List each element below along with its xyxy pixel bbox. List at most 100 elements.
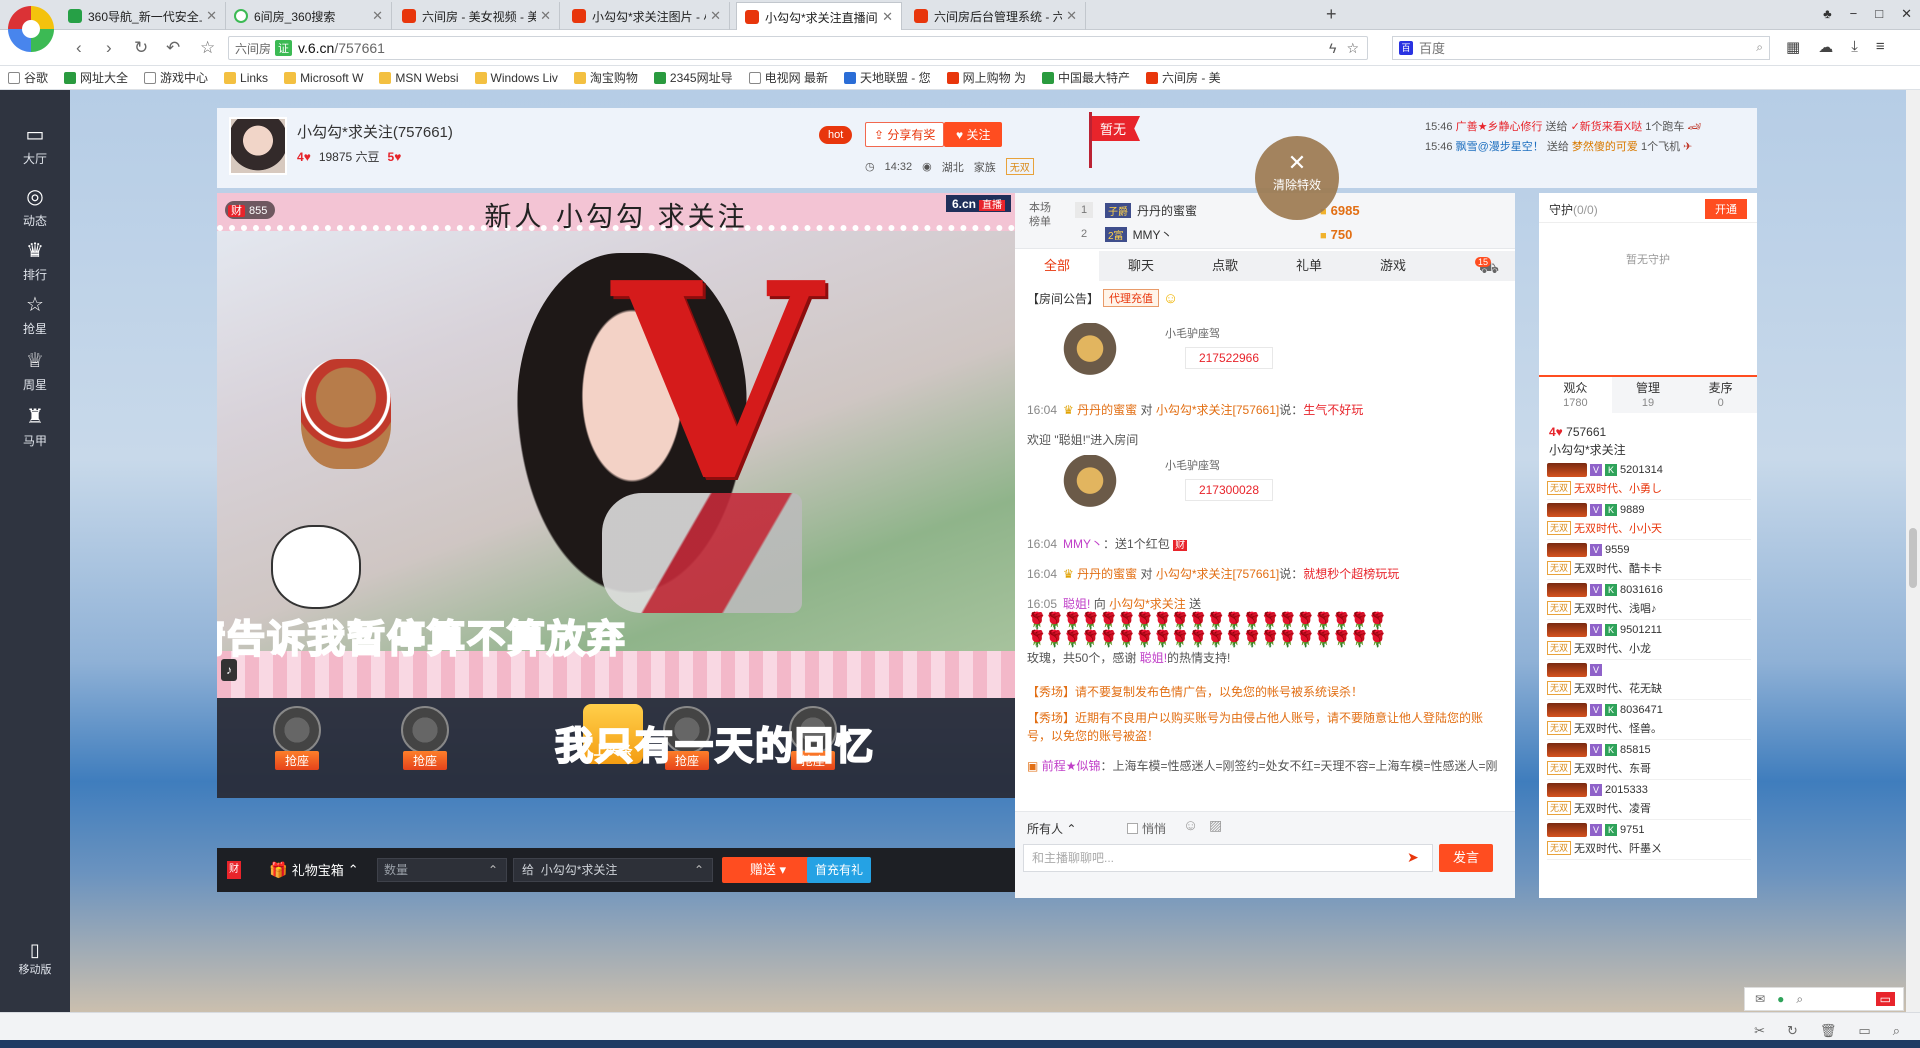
rail-item-0[interactable]: ▭ 大厅 <box>0 124 70 167</box>
download-icon[interactable]: ⤓ <box>1851 38 1858 56</box>
vehicle-user-id[interactable]: 217522966 <box>1185 347 1273 369</box>
browser-tab[interactable]: 小勾勾*求关注图片 - 小勾勾 ✕ <box>564 2 730 30</box>
msg-target[interactable]: 小勾勾*求关注[757661] <box>1156 403 1279 417</box>
tools-icon[interactable]: ✂ <box>1754 1023 1765 1039</box>
scrollbar-thumb[interactable] <box>1909 528 1917 588</box>
audience-row[interactable]: V K 8036471 无双 无双时代、怪兽。 <box>1547 700 1751 740</box>
mobile-version-button[interactable]: ▯ 移动版 <box>0 940 70 977</box>
chat-message-list[interactable]: 小毛驴座驾 217522966 16:04 ♛ 丹丹的蜜蜜 对 小勾勾*求关注[7… <box>1015 311 1505 781</box>
apps-icon[interactable]: ▦ <box>1786 38 1800 56</box>
msg-target[interactable]: 小勾勾*求关注 <box>1109 597 1186 611</box>
audience-row[interactable]: V 无双 无双时代、花无缺 <box>1547 660 1751 700</box>
bookmark-item[interactable]: 谷歌 <box>8 69 48 86</box>
chat-tab-3[interactable]: 礼单 <box>1267 251 1351 281</box>
share-button[interactable]: ⇪ 分享有奖 <box>865 122 945 147</box>
bookmark-item[interactable]: 天地联盟 - 您 <box>843 69 931 86</box>
tab-close-icon[interactable]: ✕ <box>372 8 383 24</box>
audience-tab-2[interactable]: 麦序 0 <box>1684 377 1757 413</box>
search-input[interactable] <box>1419 40 1719 56</box>
audience-row[interactable]: V K 9751 无双 无双时代、阡墨ㄨ <box>1547 820 1751 860</box>
bookmark-item[interactable]: Microsoft W <box>284 71 363 85</box>
msg-user[interactable]: 丹丹的蜜蜜 <box>1077 567 1137 581</box>
chat-tab-1[interactable]: 聊天 <box>1099 251 1183 281</box>
send-gift-button[interactable]: 赠送 ▾ <box>722 857 814 883</box>
recipient-select[interactable]: 给 小勾勾*求关注 ⌃ <box>513 858 713 882</box>
undo-icon[interactable]: ↶ <box>166 38 180 58</box>
tab-close-icon[interactable]: ✕ <box>882 9 893 25</box>
audience-tab-1[interactable]: 管理 19 <box>1612 377 1685 413</box>
msg-user[interactable]: 丹丹的蜜蜜 <box>1077 403 1137 417</box>
favorite-star-icon[interactable]: ☆ <box>1346 40 1359 57</box>
image-icon[interactable]: ▨ <box>1209 817 1222 834</box>
audience-row[interactable]: V 2015333 无双 无双时代、凌胥 <box>1547 780 1751 820</box>
bookmark-item[interactable]: Windows Liv <box>474 71 558 85</box>
open-guard-button[interactable]: 开通 <box>1705 199 1747 219</box>
minimize-button[interactable]: − <box>1850 6 1858 22</box>
rail-item-1[interactable]: ◎ 动态 <box>0 186 70 229</box>
fortune-badge[interactable]: 财 855 <box>225 201 276 219</box>
browser-tab[interactable]: 小勾勾*求关注直播间 - 六间房 ✕ <box>736 2 902 31</box>
quantity-input[interactable]: 数量 ⌃ <box>377 858 507 882</box>
browser-tab[interactable]: 360导航_新一代安全上网导航 ✕ <box>60 2 226 30</box>
anchor-name[interactable]: 小勾勾*求关注(757661) <box>297 121 453 142</box>
bookmark-item[interactable]: Links <box>224 71 268 85</box>
checkbox-box[interactable] <box>1127 823 1138 834</box>
url-field[interactable]: 六间房 证 v.6.cn/757661 ϟ ☆ <box>228 36 1368 60</box>
back-icon[interactable]: ‹ <box>76 38 82 58</box>
new-tab-button[interactable]: + <box>1326 4 1337 25</box>
cloud-icon[interactable]: ☁ <box>1818 38 1833 56</box>
flag-badge[interactable]: 暂无 <box>1092 116 1141 141</box>
hot-badge[interactable]: hot <box>819 126 853 144</box>
chat-tab-2[interactable]: 点歌 <box>1183 251 1267 281</box>
zoom-icon[interactable]: ⌕ <box>1893 1023 1900 1039</box>
video-player[interactable]: 新人 小勾勾 求关注 财 855 6.cn 直播 V ♪ 请告诉我暂停算不算放弃 <box>217 193 1015 698</box>
owner-row[interactable]: 4♥ 757661 小勾勾*求关注 <box>1549 423 1626 459</box>
bookmark-item[interactable]: 网上购物 为 <box>946 69 1026 86</box>
check-icon[interactable]: ● <box>1777 992 1784 1006</box>
seat-2[interactable]: 抢座 <box>385 706 465 786</box>
anchor-avatar[interactable] <box>229 117 287 175</box>
first-charge-button[interactable]: 首充有礼 <box>807 857 871 883</box>
fortune-icon[interactable]: 财 <box>227 861 241 879</box>
follow-button[interactable]: ♥ 关注 <box>944 122 1003 147</box>
caret-down-icon[interactable]: ▾ <box>780 862 787 877</box>
refresh-icon[interactable]: ↻ <box>134 38 148 58</box>
bookmark-item[interactable]: 中国最大特产 <box>1041 69 1130 86</box>
tab-close-icon[interactable]: ✕ <box>1066 8 1077 24</box>
tab-close-icon[interactable]: ✕ <box>206 8 217 24</box>
trash-icon[interactable]: 🗑 <box>1820 1023 1837 1039</box>
forward-icon[interactable]: › <box>106 38 112 58</box>
agent-charge-link[interactable]: 代理充值 <box>1103 289 1160 307</box>
skin-icon[interactable]: ♣ <box>1823 6 1832 22</box>
rail-item-5[interactable]: ♜ 马甲 <box>0 406 70 449</box>
msg-user[interactable]: 聪姐! <box>1063 597 1090 611</box>
bookmark-item[interactable]: MSN Websi <box>379 71 459 85</box>
page-scrollbar[interactable] <box>1906 90 1920 1012</box>
tab-close-icon[interactable]: ✕ <box>540 8 551 24</box>
browser-tab[interactable]: 六间房 - 美女视频 - 美女直播 ✕ <box>394 2 560 30</box>
msg-target[interactable]: 小勾勾*求关注[757661] <box>1156 567 1279 581</box>
bookmark-item[interactable]: 游戏中心 <box>144 69 208 86</box>
tab-close-icon[interactable]: ✕ <box>710 8 721 24</box>
message-icon[interactable]: ▭ <box>1875 992 1895 1006</box>
close-window-button[interactable]: ✕ <box>1901 6 1912 22</box>
search-field[interactable]: 百 ⌕ <box>1392 36 1770 60</box>
bookmark-item[interactable]: 2345网址导 <box>653 69 733 86</box>
rank-label[interactable]: 本场榜单 <box>1029 201 1059 229</box>
audience-row[interactable]: V K 8031616 无双 无双时代、浅唱♪ <box>1547 580 1751 620</box>
bookmark-item[interactable]: 网址大全 <box>64 69 128 86</box>
red-packet-icon[interactable]: 财 <box>1173 540 1188 551</box>
bookmark-item[interactable]: 淘宝购物 <box>573 69 638 86</box>
clear-effects-button[interactable]: ✕ 清除特效 <box>1255 136 1339 220</box>
chat-tab-4[interactable]: 游戏 <box>1351 251 1435 281</box>
marquee-line[interactable]: 15:46 广善★乡静心修行 送给 ✓新货来看X哒 1个跑车 🏎 <box>1425 118 1701 134</box>
msg-user[interactable]: 前程★似锦 <box>1042 759 1101 773</box>
gift-box-button[interactable]: 🎁 礼物宝箱 ⌃ <box>269 860 359 879</box>
grab-seat-button[interactable]: 抢座 <box>274 751 319 770</box>
seat-1[interactable]: 抢座 <box>257 706 337 786</box>
speak-button[interactable]: 发言 <box>1439 844 1493 872</box>
paper-plane-icon[interactable]: ➤ <box>1407 849 1419 866</box>
audience-row[interactable]: V K 5201314 无双 无双时代、小勇し <box>1547 460 1751 500</box>
browser-logo-icon[interactable] <box>8 6 54 52</box>
search-icon[interactable]: ⌕ <box>1756 40 1763 55</box>
